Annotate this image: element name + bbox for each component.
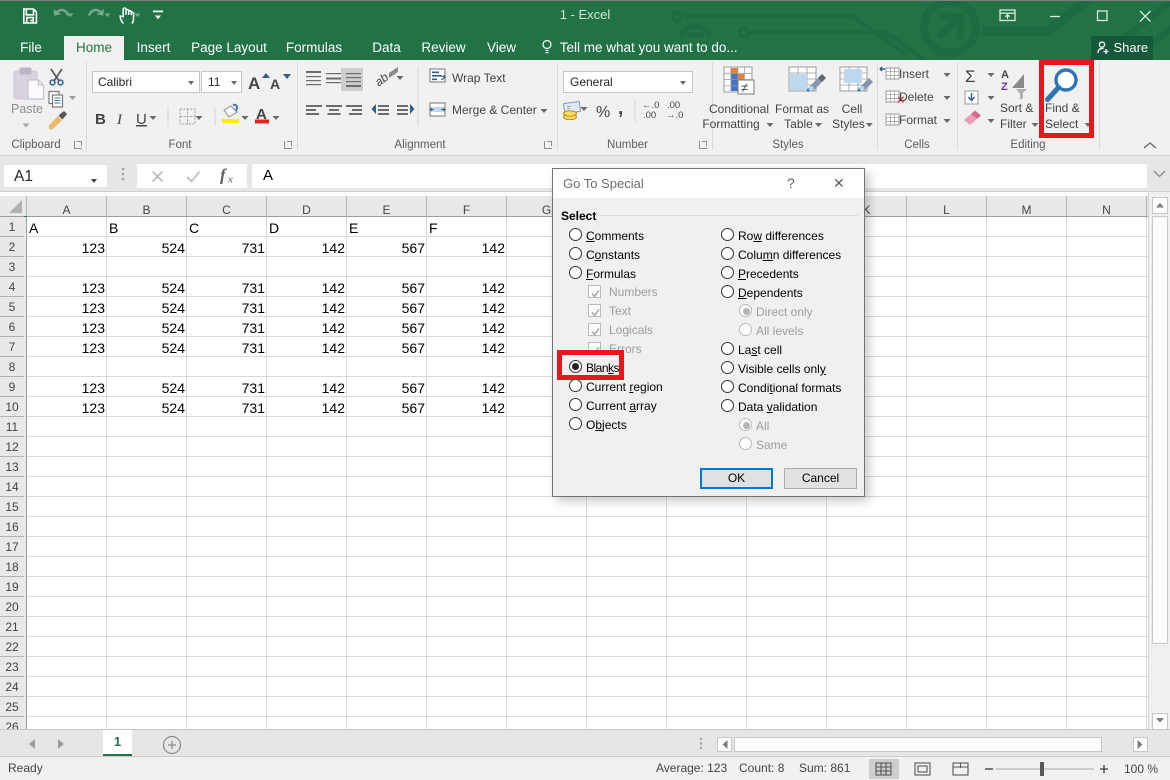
svg-text:Filter: Filter bbox=[1000, 117, 1027, 131]
svg-text:f: f bbox=[220, 166, 228, 185]
svg-text:Wrap Text: Wrap Text bbox=[452, 71, 506, 85]
svg-text:→.0: →.0 bbox=[666, 110, 683, 121]
svg-text:Formatting: Formatting bbox=[702, 117, 759, 131]
svg-text:100 %: 100 % bbox=[1124, 762, 1158, 776]
svg-text:x: x bbox=[227, 174, 233, 186]
svg-text:Σ: Σ bbox=[965, 67, 976, 86]
svg-text:Conditional: Conditional bbox=[709, 102, 769, 116]
svg-text:≠: ≠ bbox=[741, 80, 748, 95]
svg-text:A: A bbox=[248, 74, 260, 93]
svg-text:Format: Format bbox=[899, 113, 938, 127]
svg-text:Cell: Cell bbox=[842, 102, 863, 116]
svg-text:%: % bbox=[596, 104, 610, 121]
svg-text:I: I bbox=[116, 112, 123, 128]
svg-text:,: , bbox=[618, 98, 623, 119]
svg-text:Insert: Insert bbox=[899, 67, 930, 81]
svg-text:Merge & Center: Merge & Center bbox=[452, 103, 537, 117]
svg-text:B: B bbox=[95, 111, 106, 128]
svg-text:Table: Table bbox=[784, 117, 813, 131]
svg-text:Format as: Format as bbox=[775, 102, 829, 116]
svg-text:Delete: Delete bbox=[899, 90, 934, 104]
svg-text:Styles: Styles bbox=[832, 117, 865, 131]
svg-text:ab: ab bbox=[372, 70, 391, 89]
svg-text:A: A bbox=[1001, 69, 1009, 81]
svg-text:.00: .00 bbox=[643, 110, 656, 121]
svg-text:A: A bbox=[270, 76, 280, 92]
svg-text:Sort &: Sort & bbox=[1000, 101, 1033, 115]
svg-text:U: U bbox=[136, 111, 147, 128]
svg-text:Z: Z bbox=[1001, 81, 1008, 93]
